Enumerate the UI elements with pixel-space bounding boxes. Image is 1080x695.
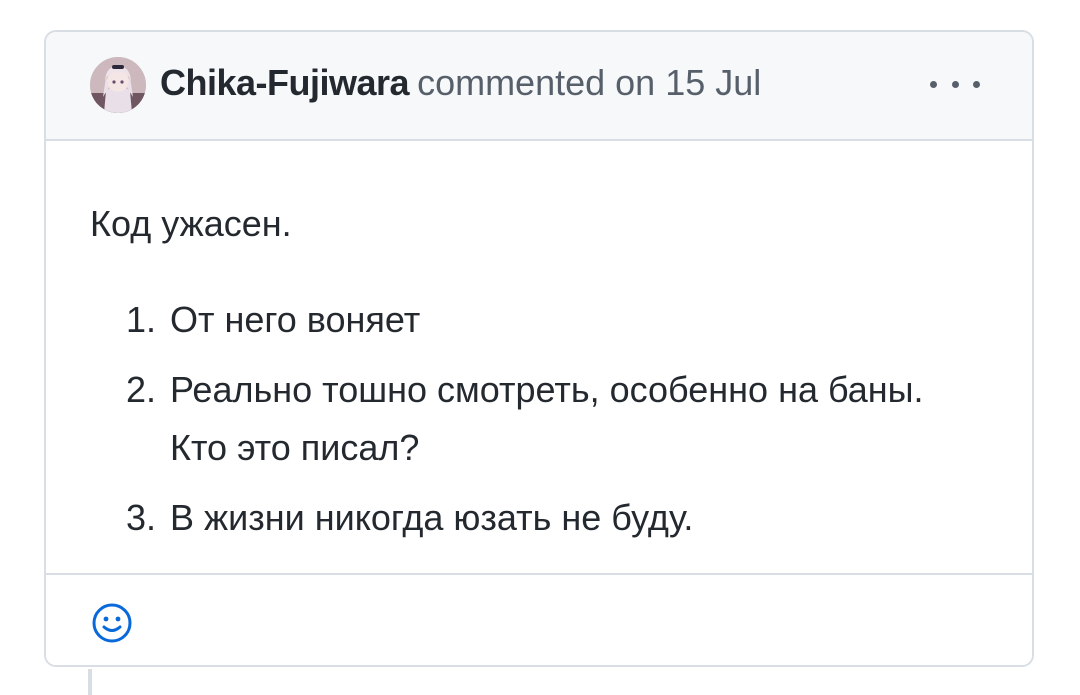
comment-body: Код ужасен. От него воняет Реально тошно…	[46, 141, 1032, 573]
comment-list: От него воняет Реально тошно смотреть, о…	[46, 291, 946, 559]
kebab-horizontal-icon[interactable]	[930, 74, 980, 94]
comment-intro: Код ужасен.	[90, 203, 292, 244]
avatar[interactable]	[90, 57, 146, 113]
comment-footer	[46, 573, 1032, 665]
list-item: От него воняет	[166, 291, 946, 349]
comment-header: Chika-Fujiwara commented on 15 Jul	[46, 32, 1032, 141]
menu-dot	[951, 80, 959, 88]
menu-dot	[930, 80, 937, 88]
list-item: В жизни никогда юзать не буду.	[166, 489, 946, 547]
comment-meta: Chika-Fujiwara commented on 15 Jul	[160, 61, 761, 105]
smiley-icon[interactable]	[90, 601, 134, 645]
comment-card: Chika-Fujiwara commented on 15 Jul Код уж…	[44, 30, 1034, 667]
comment-timestamp[interactable]: commented on 15 Jul	[417, 62, 761, 103]
author-link[interactable]: Chika-Fujiwara	[160, 62, 410, 103]
list-item: Реально тошно смотреть, особенно на баны…	[166, 361, 946, 477]
timeline-connector	[88, 669, 92, 695]
menu-dot	[973, 80, 980, 88]
